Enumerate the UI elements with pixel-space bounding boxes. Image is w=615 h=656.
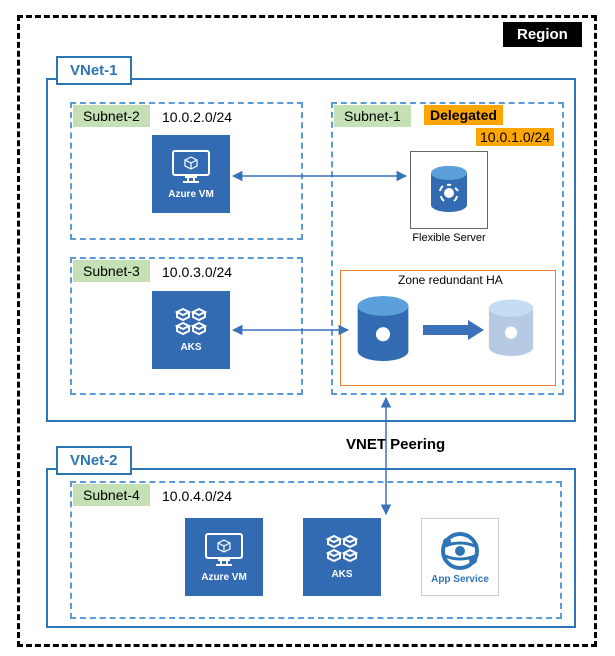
flexible-server-tile: [410, 151, 488, 229]
aks-label-1: AKS: [180, 342, 201, 353]
aks-tile-2: AKS: [303, 518, 381, 596]
region-label: Region: [503, 22, 582, 47]
subnet3-label: Subnet-3: [73, 260, 150, 282]
ha-primary-db: [352, 294, 414, 366]
app-service-tile: App Service: [421, 518, 499, 596]
database-icon: [427, 165, 471, 215]
vm-icon: [204, 532, 244, 568]
azure-vm-tile-2: Azure VM: [185, 518, 263, 596]
subnet2-label: Subnet-2: [73, 105, 150, 127]
delegated-badge: Delegated: [424, 105, 503, 125]
subnet3-cidr: 10.0.3.0/24: [162, 264, 232, 280]
subnet1-cidr: 10.0.1.0/24: [476, 128, 554, 146]
aks-label-2: AKS: [331, 569, 352, 580]
app-service-label: App Service: [431, 574, 489, 585]
flexible-server-label: Flexible Server: [410, 232, 488, 244]
azure-vm-tile-1: Azure VM: [152, 135, 230, 213]
ha-label: Zone redundant HA: [398, 273, 503, 287]
aks-tile-1: AKS: [152, 291, 230, 369]
azure-vm-label-1: Azure VM: [168, 189, 214, 200]
diagram-canvas: Region VNet-1 Subnet-2 10.0.2.0/24 Azure…: [0, 0, 615, 656]
subnet2-cidr: 10.0.2.0/24: [162, 109, 232, 125]
vnet2-label: VNet-2: [56, 446, 132, 475]
subnet4-label: Subnet-4: [73, 484, 150, 506]
database-icon: [484, 298, 538, 360]
aks-icon: [320, 535, 364, 565]
azure-vm-label-2: Azure VM: [201, 572, 247, 583]
database-icon: [352, 294, 414, 366]
subnet4-cidr: 10.0.4.0/24: [162, 488, 232, 504]
subnet1-label: Subnet-1: [334, 105, 411, 127]
vm-icon: [171, 149, 211, 185]
ha-standby-db: [484, 298, 538, 360]
app-service-icon: [439, 530, 481, 572]
vnet-peering-label: VNET Peering: [346, 436, 445, 453]
vnet1-label: VNet-1: [56, 56, 132, 85]
aks-icon: [169, 308, 213, 338]
